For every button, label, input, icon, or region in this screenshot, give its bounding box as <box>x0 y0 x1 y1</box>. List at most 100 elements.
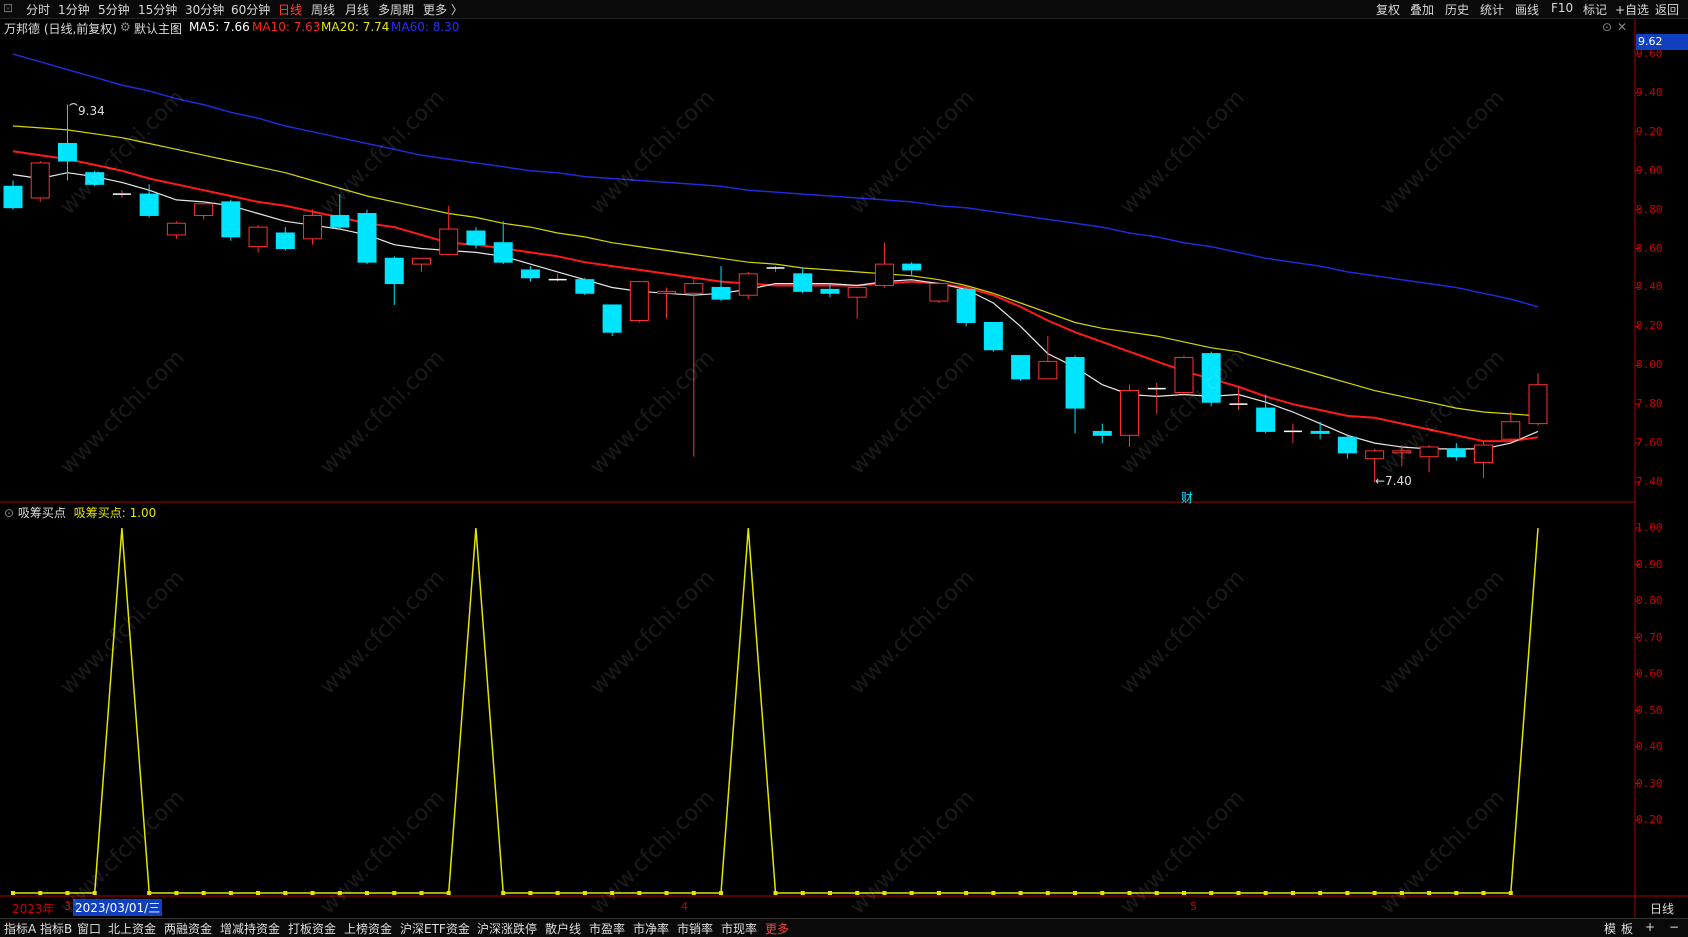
candle-up <box>30 162 50 199</box>
xichou-signal-point <box>800 891 805 895</box>
xichou-signal-point <box>1127 891 1132 895</box>
xichou-signal-point <box>882 891 887 895</box>
xichou-signal-point <box>174 891 179 895</box>
indicator-tick-label: 0.60 <box>1636 667 1663 680</box>
indicator-title[interactable]: 吸筹买点 <box>18 506 66 520</box>
candle-down <box>520 269 540 279</box>
xichou-signal-point <box>528 891 533 895</box>
candle-up <box>194 203 214 216</box>
xichou-signal-point <box>228 891 233 895</box>
tab-window[interactable]: 窗口 <box>77 920 101 937</box>
high-marker <box>69 103 78 106</box>
tab-pb[interactable]: 市净率 <box>633 920 669 937</box>
candle-down <box>139 193 159 216</box>
tab-ps[interactable]: 市销率 <box>677 920 713 937</box>
candle-down <box>983 321 1003 351</box>
tab-limit-updown[interactable]: 沪深涨跌停 <box>477 920 537 937</box>
xichou-signal-point <box>1236 891 1241 895</box>
candle-up <box>1474 444 1494 464</box>
tab-northbound[interactable]: 北上资金 <box>108 920 156 937</box>
xichou-signal-point <box>1345 891 1350 895</box>
xichou-signal-point <box>65 891 70 895</box>
xichou-signal-point <box>691 891 696 895</box>
tab-etf-funds[interactable]: 沪深ETF资金 <box>400 920 470 937</box>
candle-up <box>1501 421 1521 440</box>
xichou-signal-point <box>38 891 43 895</box>
price-tick-label: 8.60 <box>1636 241 1663 255</box>
candle-up <box>439 228 459 255</box>
xichou-signal-point <box>1372 891 1377 895</box>
candle-down <box>956 288 976 323</box>
tab-indicator-a[interactable]: 指标A <box>4 920 36 937</box>
candle-up <box>1528 384 1548 425</box>
tab-pe[interactable]: 市盈率 <box>589 920 625 937</box>
tab-limit-funds[interactable]: 打板资金 <box>288 920 336 937</box>
candle-down <box>902 263 922 271</box>
current-price-tag: 9.62 <box>1636 34 1688 50</box>
zoom-in-button[interactable]: + <box>1645 920 1655 934</box>
price-tick-label: 7.60 <box>1636 436 1663 450</box>
candle-up <box>1120 390 1140 436</box>
kline-chart[interactable] <box>0 0 1688 936</box>
xichou-signal-line <box>13 527 1539 894</box>
candle-down <box>575 279 595 294</box>
xichou-signal-point <box>1100 891 1105 895</box>
xichou-signal-point <box>855 891 860 895</box>
candle-up <box>1365 450 1385 460</box>
xichou-signal-point <box>664 891 669 895</box>
xichou-signal-point <box>936 891 941 895</box>
tab-margin[interactable]: 两融资金 <box>164 920 212 937</box>
candle-down <box>275 232 295 250</box>
candle-up <box>248 226 268 248</box>
candle-down <box>57 142 77 162</box>
zoom-out-button[interactable]: − <box>1669 920 1679 934</box>
xichou-signal-point <box>1181 891 1186 895</box>
candle-down <box>1092 430 1112 436</box>
xichou-signal-point <box>719 891 724 895</box>
candle-down <box>330 214 350 228</box>
month-5-label: 5 <box>1190 900 1197 913</box>
cursor-date-label: 2023/03/01/三 <box>73 899 163 916</box>
xichou-signal-point <box>337 891 342 895</box>
tab-indicator-b[interactable]: 指标B <box>40 920 72 937</box>
finance-marker[interactable]: 财 <box>1181 489 1193 506</box>
xichou-signal-point <box>11 891 15 895</box>
tab-top-list[interactable]: 上榜资金 <box>344 920 392 937</box>
board-button[interactable]: 板 <box>1621 920 1633 937</box>
candle-down <box>1337 436 1357 454</box>
candle-down <box>1446 448 1466 458</box>
xichou-signal-point <box>446 891 451 895</box>
candle-up <box>411 257 431 265</box>
xichou-signal-point <box>991 891 996 895</box>
xichou-signal-point <box>610 891 615 895</box>
xichou-signal-point <box>1481 891 1486 895</box>
indicator-toolbar: 指标A 指标B 窗口 北上资金 两融资金 增减持资金 打板资金 上榜资金 沪深E… <box>0 918 1688 937</box>
template-button[interactable]: 模 <box>1604 920 1616 937</box>
price-tick-label: 8.00 <box>1636 358 1663 372</box>
period-indicator[interactable]: 日线 <box>1650 900 1674 917</box>
xichou-signal-point <box>1045 891 1050 895</box>
candle-down <box>1256 407 1276 432</box>
candle-up <box>166 222 186 236</box>
month-3-label: 3 <box>64 900 71 913</box>
price-tick-label: 8.40 <box>1636 280 1663 294</box>
candle-down <box>85 172 105 185</box>
indicator-tick-label: 0.50 <box>1636 703 1663 717</box>
tab-pcf[interactable]: 市现率 <box>721 920 757 937</box>
xichou-signal-point <box>555 891 560 895</box>
tab-holdings-change[interactable]: 增减持资金 <box>220 920 280 937</box>
xichou-signal-point <box>1073 891 1078 895</box>
indicator-tick-label: 1.00 <box>1636 521 1663 534</box>
tab-more-indicators[interactable]: 更多 <box>765 920 789 937</box>
xichou-signal-point <box>1508 891 1513 895</box>
indicator-tick-label: 0.40 <box>1636 740 1663 753</box>
candle-down <box>3 185 23 209</box>
candle-down <box>793 273 813 292</box>
xichou-signal-point <box>1154 891 1159 895</box>
indicator-collapse-icon[interactable]: ⊙ <box>4 506 14 520</box>
xichou-signal-point <box>582 891 587 895</box>
xichou-signal-point <box>92 891 97 895</box>
xichou-signal-point <box>1399 891 1404 895</box>
candle-up <box>303 214 323 240</box>
tab-retail-line[interactable]: 散户线 <box>545 920 581 937</box>
